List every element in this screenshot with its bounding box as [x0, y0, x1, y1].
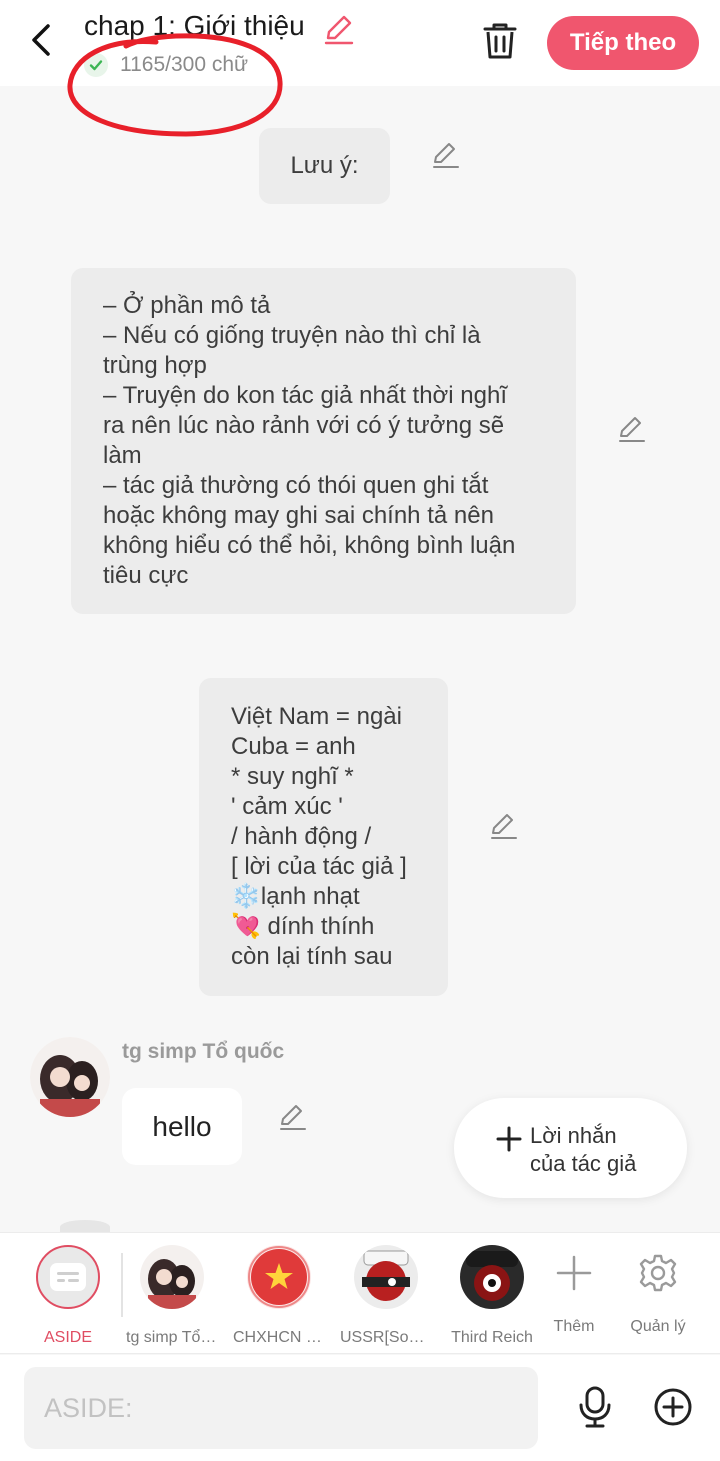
author-note-button[interactable]: Lời nhắn của tác giả	[454, 1098, 687, 1198]
add-circle-icon[interactable]	[653, 1387, 693, 1427]
character-label: CHXHCN Việt Nam	[233, 1329, 325, 1346]
character-ussr[interactable]: USSR[Soviet]	[336, 1245, 436, 1347]
manage-button[interactable]: Quản lý	[613, 1253, 703, 1336]
character-bar: ASIDE tg simp Tổ quốc CHXHCN Việt Nam US…	[0, 1232, 720, 1354]
note-line: [ lời của tác giả ]	[231, 853, 407, 880]
message-bubble[interactable]: hello	[122, 1088, 242, 1165]
note-line: * suy nghĩ *	[231, 763, 354, 790]
character-label: tg simp Tổ quốc	[126, 1329, 218, 1346]
author-note-line: của tác giả	[530, 1151, 637, 1176]
avatar	[140, 1245, 204, 1309]
microphone-icon[interactable]	[575, 1385, 615, 1429]
plus-icon	[494, 1124, 524, 1154]
avatar[interactable]	[30, 1037, 110, 1117]
plus-icon	[556, 1255, 592, 1291]
add-character-button[interactable]: Thêm	[529, 1253, 619, 1336]
note-line: không hiểu có thể hỏi, không bình luận	[103, 532, 516, 559]
author-note-label: Lời nhắn của tác giả	[530, 1122, 636, 1178]
manage-label: Quản lý	[630, 1318, 686, 1335]
character-aside[interactable]: ASIDE	[18, 1245, 118, 1347]
note-line: hoặc không may ghi sai chính tả nên	[103, 502, 494, 529]
note-line: – Ở phần mô tả	[103, 292, 271, 319]
note-line: – tác giả thường có thói quen ghi tắt	[103, 472, 489, 499]
note-bubble[interactable]: Lưu ý:	[259, 128, 390, 204]
avatar	[247, 1245, 311, 1309]
author-name: tg simp Tổ quốc	[122, 1040, 285, 1063]
gear-icon	[639, 1254, 677, 1292]
chapter-title[interactable]: chap 1: Giới thiệu	[84, 10, 305, 42]
note-bubble[interactable]: – Ở phần mô tả – Nếu có giống truyện nào…	[71, 268, 576, 614]
message-input[interactable]	[24, 1367, 538, 1449]
header: chap 1: Giới thiệu 1165/300 chữ Tiếp the…	[0, 0, 720, 86]
note-line: – Nếu có giống truyện nào thì chỉ là	[103, 322, 481, 349]
add-label: Thêm	[553, 1318, 595, 1335]
edit-pencil-icon[interactable]	[617, 414, 647, 444]
character-tg-simp[interactable]: tg simp Tổ quốc	[122, 1245, 222, 1347]
note-line: làm	[103, 442, 142, 469]
note-line: ' cảm xúc '	[231, 793, 343, 820]
note-line: ❄️lạnh nhạt	[231, 883, 360, 910]
note-line: Việt Nam = ngài	[231, 703, 402, 730]
character-third-reich[interactable]: Third Reich	[442, 1245, 542, 1347]
edit-pencil-icon[interactable]	[489, 811, 519, 841]
word-count-row: 1165/300 chữ	[84, 50, 248, 80]
character-label: Third Reich	[451, 1329, 533, 1346]
word-count: 1165/300 chữ	[120, 53, 249, 76]
trash-icon[interactable]	[480, 20, 520, 62]
check-icon	[84, 53, 108, 77]
next-button[interactable]: Tiếp theo	[547, 16, 699, 70]
note-line: trùng hợp	[103, 352, 207, 379]
edit-title-pencil-icon[interactable]	[322, 12, 356, 46]
avatar	[460, 1245, 524, 1309]
back-arrow-icon[interactable]	[22, 20, 62, 60]
note-line: Cuba = anh	[231, 733, 356, 760]
character-label: USSR[Soviet]	[340, 1329, 432, 1346]
edit-pencil-icon[interactable]	[278, 1102, 308, 1132]
note-line: – Truyện do kon tác giả nhất thời nghĩ	[103, 382, 508, 409]
author-note-line: Lời nhắn	[530, 1123, 617, 1148]
note-line: / hành động /	[231, 823, 372, 850]
note-line: 💘 dính thính	[231, 913, 375, 940]
input-bar	[0, 1355, 720, 1461]
note-line: tiêu cực	[103, 562, 189, 589]
note-bubble[interactable]: Việt Nam = ngài Cuba = anh * suy nghĩ * …	[199, 678, 448, 996]
avatar	[354, 1245, 418, 1309]
message-text: hello	[152, 1110, 212, 1142]
character-chxhcn[interactable]: CHXHCN Việt Nam	[229, 1245, 329, 1347]
aside-icon	[36, 1245, 100, 1309]
note-line: ra nên lúc nào rảnh với có ý tưởng sẽ	[103, 412, 505, 439]
note-line: còn lại tính sau	[231, 943, 393, 970]
character-label: ASIDE	[43, 1329, 92, 1346]
edit-pencil-icon[interactable]	[431, 140, 461, 170]
note-text: Lưu ý:	[290, 152, 359, 179]
